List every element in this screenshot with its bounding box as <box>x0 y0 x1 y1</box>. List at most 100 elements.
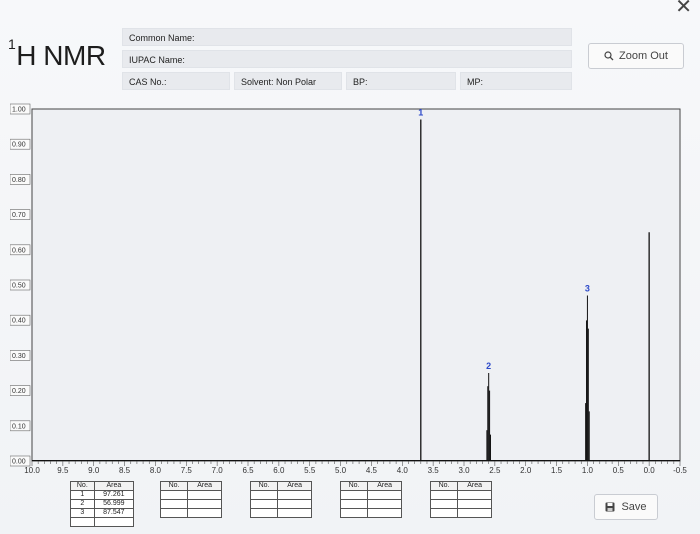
table-cell-no <box>159 499 189 509</box>
table-header-no: No. <box>70 481 95 491</box>
table-cell-no <box>429 490 459 500</box>
cas-no-field[interactable]: CAS No.: <box>122 72 230 90</box>
solvent-label: Solvent: Non Polar <box>241 77 317 87</box>
table-cell-no: 1 <box>70 490 95 500</box>
table-header-area: Area <box>367 481 402 491</box>
table-cell-no <box>159 490 189 500</box>
x-tick-label: 3.5 <box>428 466 440 473</box>
x-tick-label: 8.0 <box>150 466 162 473</box>
y-tick-label: 0.60 <box>12 247 26 254</box>
table-cell-no <box>339 490 369 500</box>
table-row <box>70 517 135 527</box>
table-header-no: No. <box>159 481 189 491</box>
integration-table-2: No. Area <box>159 481 222 518</box>
x-tick-label: 1.5 <box>551 466 563 473</box>
close-icon[interactable]: ✕ <box>675 0 692 19</box>
x-tick-label: 1.0 <box>582 466 594 473</box>
table-row <box>429 490 492 500</box>
table-cell-area <box>457 508 492 518</box>
table-row <box>249 499 312 509</box>
peak-label: 3 <box>585 284 590 294</box>
table-cell-no: 3 <box>70 508 95 518</box>
table-cell-no <box>249 490 279 500</box>
common-name-field[interactable]: Common Name: <box>122 28 572 46</box>
save-button[interactable]: Save <box>594 494 658 520</box>
zoom-out-button[interactable]: Zoom Out <box>588 43 684 69</box>
table-header-no: No. <box>249 481 279 491</box>
plot-area <box>31 108 681 462</box>
table-header-no: No. <box>429 481 459 491</box>
table-row: 1 97.261 <box>70 490 135 500</box>
y-tick-label: 0.40 <box>12 318 26 325</box>
y-tick-label: 0.80 <box>12 177 26 184</box>
x-tick-label: 2.5 <box>489 466 501 473</box>
peak-label: 1 <box>418 108 423 118</box>
title-superscript: 1 <box>8 35 16 52</box>
integration-table-5: No. Area <box>429 481 492 518</box>
table-cell-area <box>187 508 222 518</box>
x-tick-label: 4.5 <box>366 466 378 473</box>
title-text: H NMR <box>16 40 106 71</box>
table-row <box>339 499 402 509</box>
mp-field[interactable]: MP: <box>460 72 572 90</box>
table-cell-no <box>339 499 369 509</box>
table-cell-area <box>457 490 492 500</box>
iupac-name-label: IUPAC Name: <box>129 55 185 65</box>
search-icon <box>604 51 614 61</box>
table-cell-no <box>249 499 279 509</box>
table-cell-area <box>367 490 402 500</box>
zoom-out-label: Zoom Out <box>619 50 668 62</box>
table-row <box>339 490 402 500</box>
table-header-area: Area <box>457 481 492 491</box>
table-cell-no <box>249 508 279 518</box>
integration-table-1: No. Area 1 97.261 2 56.999 3 87.547 <box>70 481 135 527</box>
floppy-disk-icon <box>605 502 615 512</box>
table-row <box>159 490 222 500</box>
y-tick-label: 0.00 <box>12 459 26 466</box>
table-cell-no <box>159 508 189 518</box>
table-cell-area: 97.261 <box>93 490 135 500</box>
table-cell-no: 2 <box>70 499 95 509</box>
table-cell-area <box>187 499 222 509</box>
table-cell-area <box>457 499 492 509</box>
table-cell-area <box>93 517 135 527</box>
table-cell-no <box>339 508 369 518</box>
x-tick-label: -0.5 <box>673 466 687 473</box>
table-header-area: Area <box>187 481 222 491</box>
y-tick-label: 0.50 <box>12 283 26 290</box>
y-tick-label: 0.70 <box>12 212 26 219</box>
y-tick-label: 0.20 <box>12 388 26 395</box>
y-tick-label: 0.10 <box>12 423 26 430</box>
page-title: 1H NMR <box>8 36 106 72</box>
table-cell-no <box>429 508 459 518</box>
x-tick-label: 10.0 <box>24 466 40 473</box>
x-tick-label: 5.5 <box>304 466 316 473</box>
table-row <box>159 508 222 518</box>
x-tick-label: 0.5 <box>613 466 625 473</box>
x-tick-label: 9.0 <box>88 466 100 473</box>
bp-label: BP: <box>353 77 368 87</box>
peak-label: 2 <box>486 361 491 371</box>
x-tick-label: 6.5 <box>242 466 254 473</box>
iupac-name-field[interactable]: IUPAC Name: <box>122 50 572 68</box>
table-cell-area <box>277 490 312 500</box>
y-tick-label: 1.00 <box>12 107 26 114</box>
x-tick-label: 7.5 <box>181 466 193 473</box>
bp-field[interactable]: BP: <box>346 72 456 90</box>
table-row: 2 56.999 <box>70 499 135 509</box>
table-row <box>429 499 492 509</box>
table-row <box>249 490 312 500</box>
table-row <box>249 508 312 518</box>
integration-table-4: No. Area <box>339 481 402 518</box>
integration-table-3: No. Area <box>249 481 312 518</box>
x-tick-label: 8.5 <box>119 466 131 473</box>
nmr-app-window: ✕ 1H NMR Common Name: IUPAC Name: CAS No… <box>0 0 700 534</box>
table-cell-area <box>277 508 312 518</box>
table-cell-area <box>367 508 402 518</box>
x-tick-label: 7.0 <box>212 466 224 473</box>
save-label: Save <box>621 501 647 513</box>
table-row <box>339 508 402 518</box>
x-tick-label: 0.0 <box>644 466 656 473</box>
solvent-field[interactable]: Solvent: Non Polar <box>234 72 342 90</box>
table-header-area: Area <box>93 481 135 491</box>
